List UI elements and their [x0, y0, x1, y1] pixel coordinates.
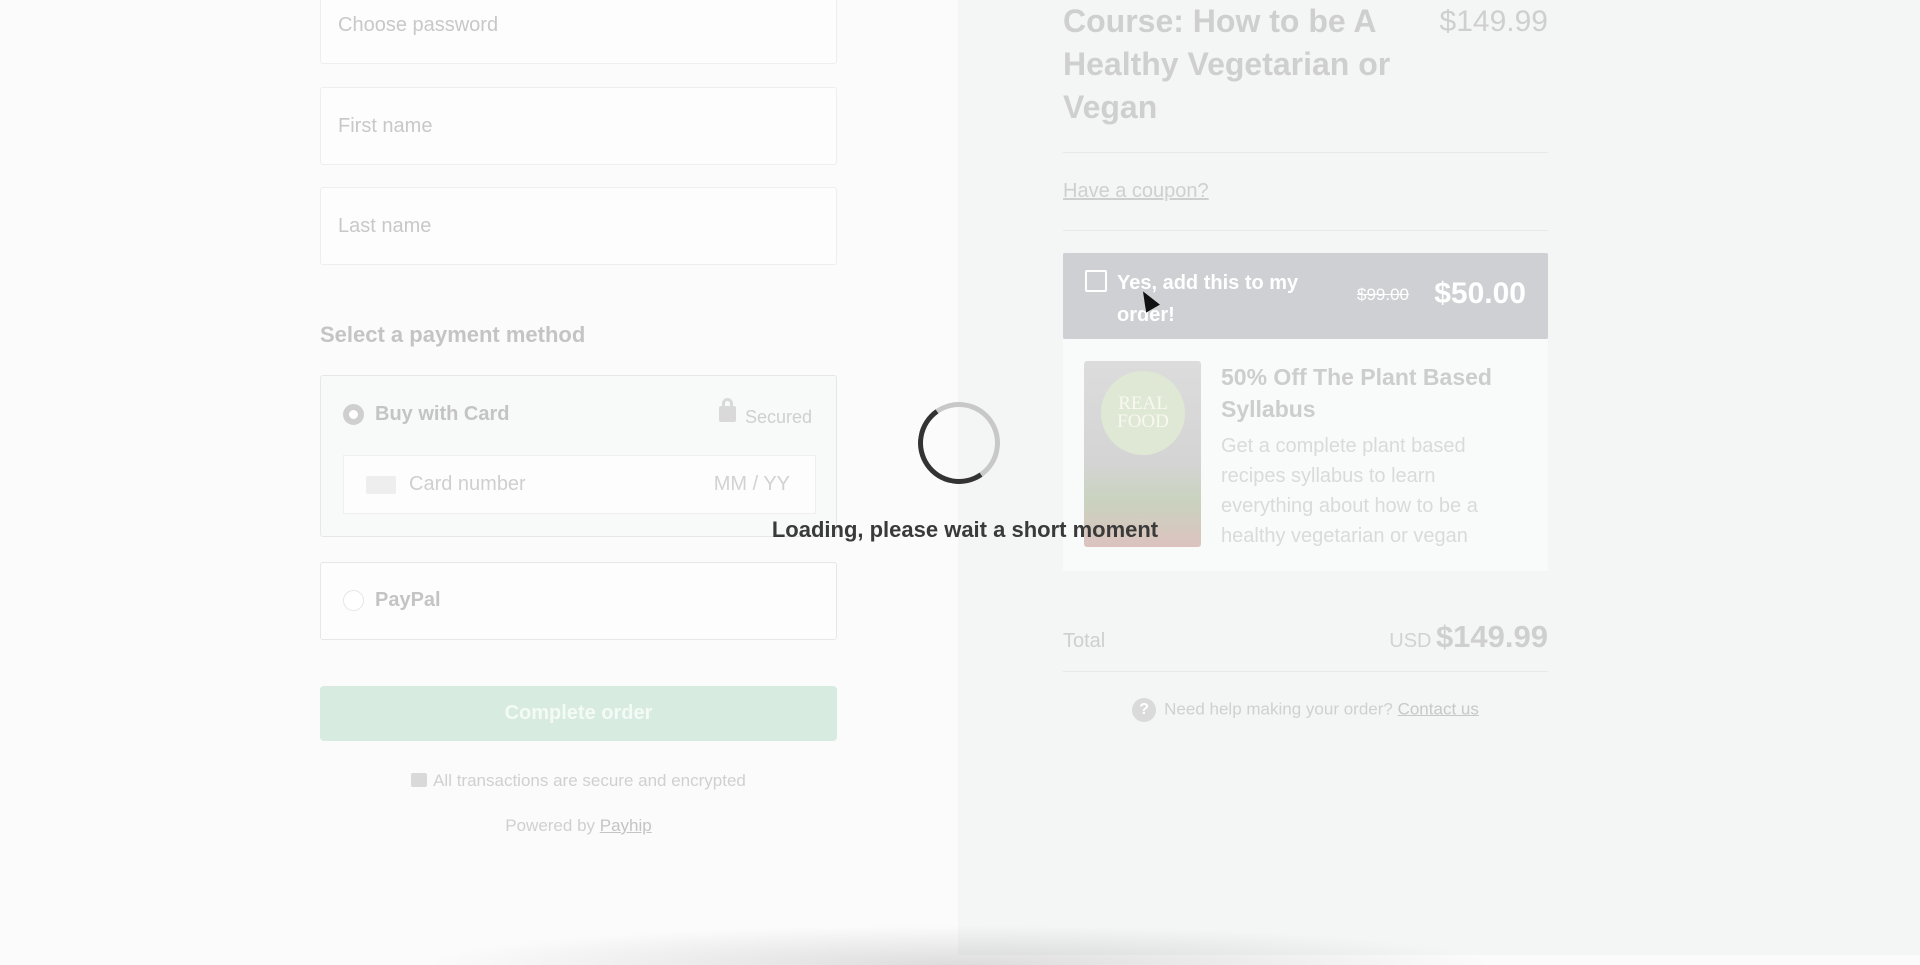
course-price: $149.99: [1439, 5, 1548, 38]
total-label: Total: [1063, 630, 1106, 652]
secure-note-text: All transactions are secure and encrypte…: [433, 771, 746, 790]
card-radio[interactable]: [343, 404, 364, 425]
secure-note: All transactions are secure and encrypte…: [320, 771, 837, 791]
card-label: Buy with Card: [375, 403, 510, 425]
password-placeholder: Choose password: [338, 13, 499, 36]
last-name-placeholder: Last name: [338, 214, 432, 237]
help-row: ? Need help making your order? Contact us: [1063, 698, 1548, 722]
upsell-old-price: $99.00: [1357, 285, 1409, 304]
secured-label: Secured: [745, 407, 813, 427]
upsell-checkbox[interactable]: [1085, 270, 1107, 292]
lock-icon: [411, 773, 428, 787]
complete-order-button[interactable]: Complete order: [320, 686, 837, 741]
course-title: Course: How to be A Healthy Vegetarian o…: [1063, 3, 1391, 125]
divider: [1063, 671, 1548, 672]
help-text: Need help making your order?: [1164, 699, 1393, 719]
card-input[interactable]: Card number MM / YY: [343, 455, 816, 514]
lock-shackle: [722, 398, 733, 410]
checkout-form-panel: Choose password First name Last name Sel…: [0, 0, 958, 955]
loading-message: Loading, please wait a short moment: [771, 517, 1159, 542]
payment-method-heading: Select a payment method: [320, 322, 586, 347]
divider: [1063, 152, 1548, 153]
product-title: 50% Off The Plant Based Syllabus: [1221, 364, 1492, 422]
divider: [1063, 230, 1548, 231]
contact-link[interactable]: Contact us: [1398, 699, 1479, 718]
paypal-label: PayPal: [375, 589, 441, 611]
expiry-placeholder: MM / YY: [713, 473, 790, 495]
credit-card-icon: [366, 476, 396, 494]
payhip-link[interactable]: Payhip: [600, 816, 652, 835]
paypal-radio[interactable]: [343, 590, 364, 611]
card-payment-option[interactable]: Buy with Card Secured Card number MM / Y…: [320, 375, 837, 537]
total-row: Total USD $149.99: [1063, 619, 1548, 655]
last-name-field[interactable]: Last name: [320, 187, 837, 265]
bottom-shadow: [420, 925, 1500, 965]
first-name-placeholder: First name: [338, 114, 433, 137]
real-food-logo: REAL FOOD: [1101, 371, 1185, 455]
paypal-payment-option[interactable]: PayPal: [320, 562, 837, 640]
password-field[interactable]: Choose password: [320, 0, 837, 64]
powered-by-text: Powered by: [505, 816, 596, 835]
coupon-link[interactable]: Have a coupon?: [1063, 180, 1548, 203]
total-amount: $149.99: [1435, 619, 1548, 654]
total-currency: USD: [1389, 630, 1432, 652]
card-number-placeholder: Card number: [409, 473, 526, 495]
first-name-field[interactable]: First name: [320, 87, 837, 165]
powered-by: Powered by Payhip: [320, 816, 837, 836]
order-header: Course: How to be A Healthy Vegetarian o…: [1063, 0, 1548, 129]
help-icon: ?: [1132, 698, 1157, 722]
upsell-new-price: $50.00: [1434, 277, 1526, 310]
